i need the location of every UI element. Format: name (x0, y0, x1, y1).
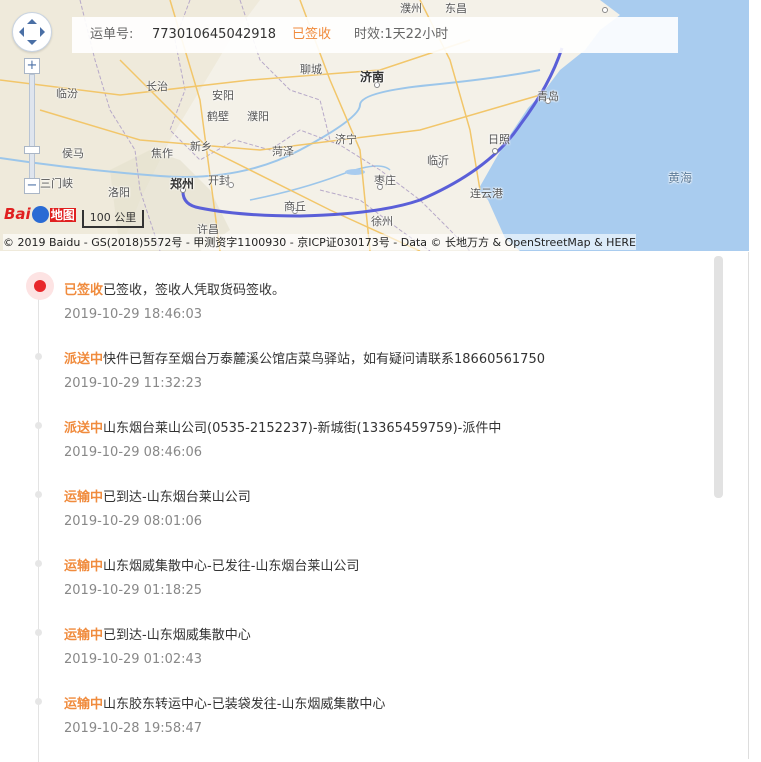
event-status: 运输中 (64, 697, 104, 712)
timeline-event: 派送中快件已暂存至烟台万泰麓溪公馆店菜鸟驿站，如有疑问请联系1866056175… (64, 348, 714, 391)
event-status: 运输中 (64, 559, 104, 574)
timeline-event: 运输中山东烟威集散中心-已发往-山东烟台莱山公司 2019-10-29 01:1… (64, 555, 714, 598)
delivery-duration: 时效:1天22小时 (354, 27, 449, 42)
panel-border (748, 252, 749, 759)
timeline-event: 已签收已签收，签收人凭取货码签收。 2019-10-29 18:46:03 (64, 279, 714, 322)
city-label: 连云港 (470, 187, 503, 200)
event-text: 已签收，签收人凭取货码签收。 (103, 283, 286, 298)
city-label: 日照 (488, 133, 510, 146)
waybill-info-bar: 运单号: 773010645042918 已签收 时效:1天22小时 (72, 17, 678, 53)
timeline-event: 派送中山东烟台莱山公司(0535-2152237)-新城街(1336545975… (64, 417, 714, 460)
timeline-dot (35, 629, 42, 636)
event-text: 山东胶东转运中心-已装袋发往-山东烟威集散中心 (103, 697, 386, 712)
event-status: 已签收 (64, 283, 104, 298)
event-status: 派送中 (64, 352, 104, 367)
event-time: 2019-10-29 08:01:06 (64, 514, 203, 529)
pan-left-icon[interactable] (14, 27, 24, 37)
city-label: 郑州 (170, 177, 195, 191)
event-time: 2019-10-29 18:46:03 (64, 307, 203, 322)
city-label: 济宁 (335, 133, 357, 146)
city-label: 商丘 (284, 200, 306, 213)
city-label: 安阳 (212, 89, 234, 102)
event-text: 已到达-山东烟威集散中心 (103, 628, 251, 643)
event-time: 2019-10-29 08:46:06 (64, 445, 203, 460)
event-status: 派送中 (64, 421, 104, 436)
waybill-label: 运单号: (90, 27, 134, 42)
city-label: 徐州 (371, 215, 393, 228)
scrollbar[interactable] (714, 256, 723, 498)
pan-right-icon[interactable] (40, 27, 50, 37)
city-label: 青岛 (537, 90, 559, 103)
event-status: 运输中 (64, 490, 104, 505)
map-pan-control[interactable] (12, 12, 52, 52)
timeline-event: 运输中已到达-山东烟台莱山公司 2019-10-29 08:01:06 (64, 486, 714, 529)
event-text: 山东烟威集散中心-已发往-山东烟台莱山公司 (103, 559, 360, 574)
event-time: 2019-10-29 01:02:43 (64, 652, 203, 667)
waybill-number: 773010645042918 (152, 27, 277, 42)
event-time: 2019-10-28 19:58:47 (64, 721, 203, 736)
baidu-map-logo[interactable]: Bai 地图 (4, 205, 76, 223)
event-status: 运输中 (64, 628, 104, 643)
city-label: 鹤壁 (207, 110, 229, 123)
city-label: 三门峡 (40, 177, 73, 190)
current-status-dot (26, 272, 54, 300)
city-label: 濮州 (400, 2, 422, 15)
city-label: 长治 (146, 80, 168, 93)
event-text: 山东烟台莱山公司(0535-2152237)-新城街(13365459759)-… (103, 421, 502, 436)
tracking-timeline: 已签收已签收，签收人凭取货码签收。 2019-10-29 18:46:03 派送… (0, 252, 749, 762)
event-text: 快件已暂存至烟台万泰麓溪公馆店菜鸟驿站，如有疑问请联系18660561750 (103, 352, 545, 367)
delivery-status: 已签收 (292, 27, 332, 42)
city-label: 聊城 (300, 63, 322, 76)
city-label: 东昌 (445, 2, 467, 15)
city-label: 焦作 (151, 147, 173, 160)
zoom-slider[interactable] (29, 74, 35, 180)
event-time: 2019-10-29 01:18:25 (64, 583, 203, 598)
event-text: 已到达-山东烟台莱山公司 (103, 490, 251, 505)
city-label: 侯马 (62, 147, 84, 160)
sea-label: 黄海 (668, 171, 693, 185)
timeline-dot (35, 698, 42, 705)
event-time: 2019-10-29 11:32:23 (64, 376, 203, 391)
city-label: 临汾 (56, 87, 78, 100)
timeline-event: 运输中已到达-山东烟威集散中心 2019-10-29 01:02:43 (64, 624, 714, 667)
timeline-dot (35, 353, 42, 360)
city-label: 濮阳 (247, 110, 269, 123)
city-label: 枣庄 (374, 174, 396, 187)
map-scale: 100 公里 (82, 210, 144, 228)
zoom-out-button[interactable]: − (24, 178, 40, 194)
city-label: 济南 (360, 70, 385, 84)
timeline-dot (35, 422, 42, 429)
city-label: 新乡 (190, 140, 212, 153)
paw-icon (31, 206, 49, 223)
city-label: 洛阳 (108, 186, 130, 199)
city-label: 菏泽 (272, 145, 294, 158)
pan-up-icon[interactable] (27, 14, 37, 24)
map-copyright: © 2019 Baidu - GS(2018)5572号 - 甲测资字11009… (3, 234, 636, 250)
pan-down-icon[interactable] (27, 40, 37, 50)
city-label: 开封 (208, 174, 230, 187)
zoom-in-button[interactable]: + (24, 58, 40, 74)
timeline-dot (35, 560, 42, 567)
zoom-slider-handle[interactable] (24, 146, 40, 154)
route-map[interactable]: 濮州 东昌 临汾 长治 聊城 济南 安阳 鹤壁 濮阳 青岛 济宁 日照 焦作 新… (0, 0, 749, 251)
timeline-event: 运输中山东胶东转运中心-已装袋发往-山东烟威集散中心 2019-10-28 19… (64, 693, 714, 736)
city-label: 临沂 (427, 154, 449, 167)
timeline-dot (35, 491, 42, 498)
